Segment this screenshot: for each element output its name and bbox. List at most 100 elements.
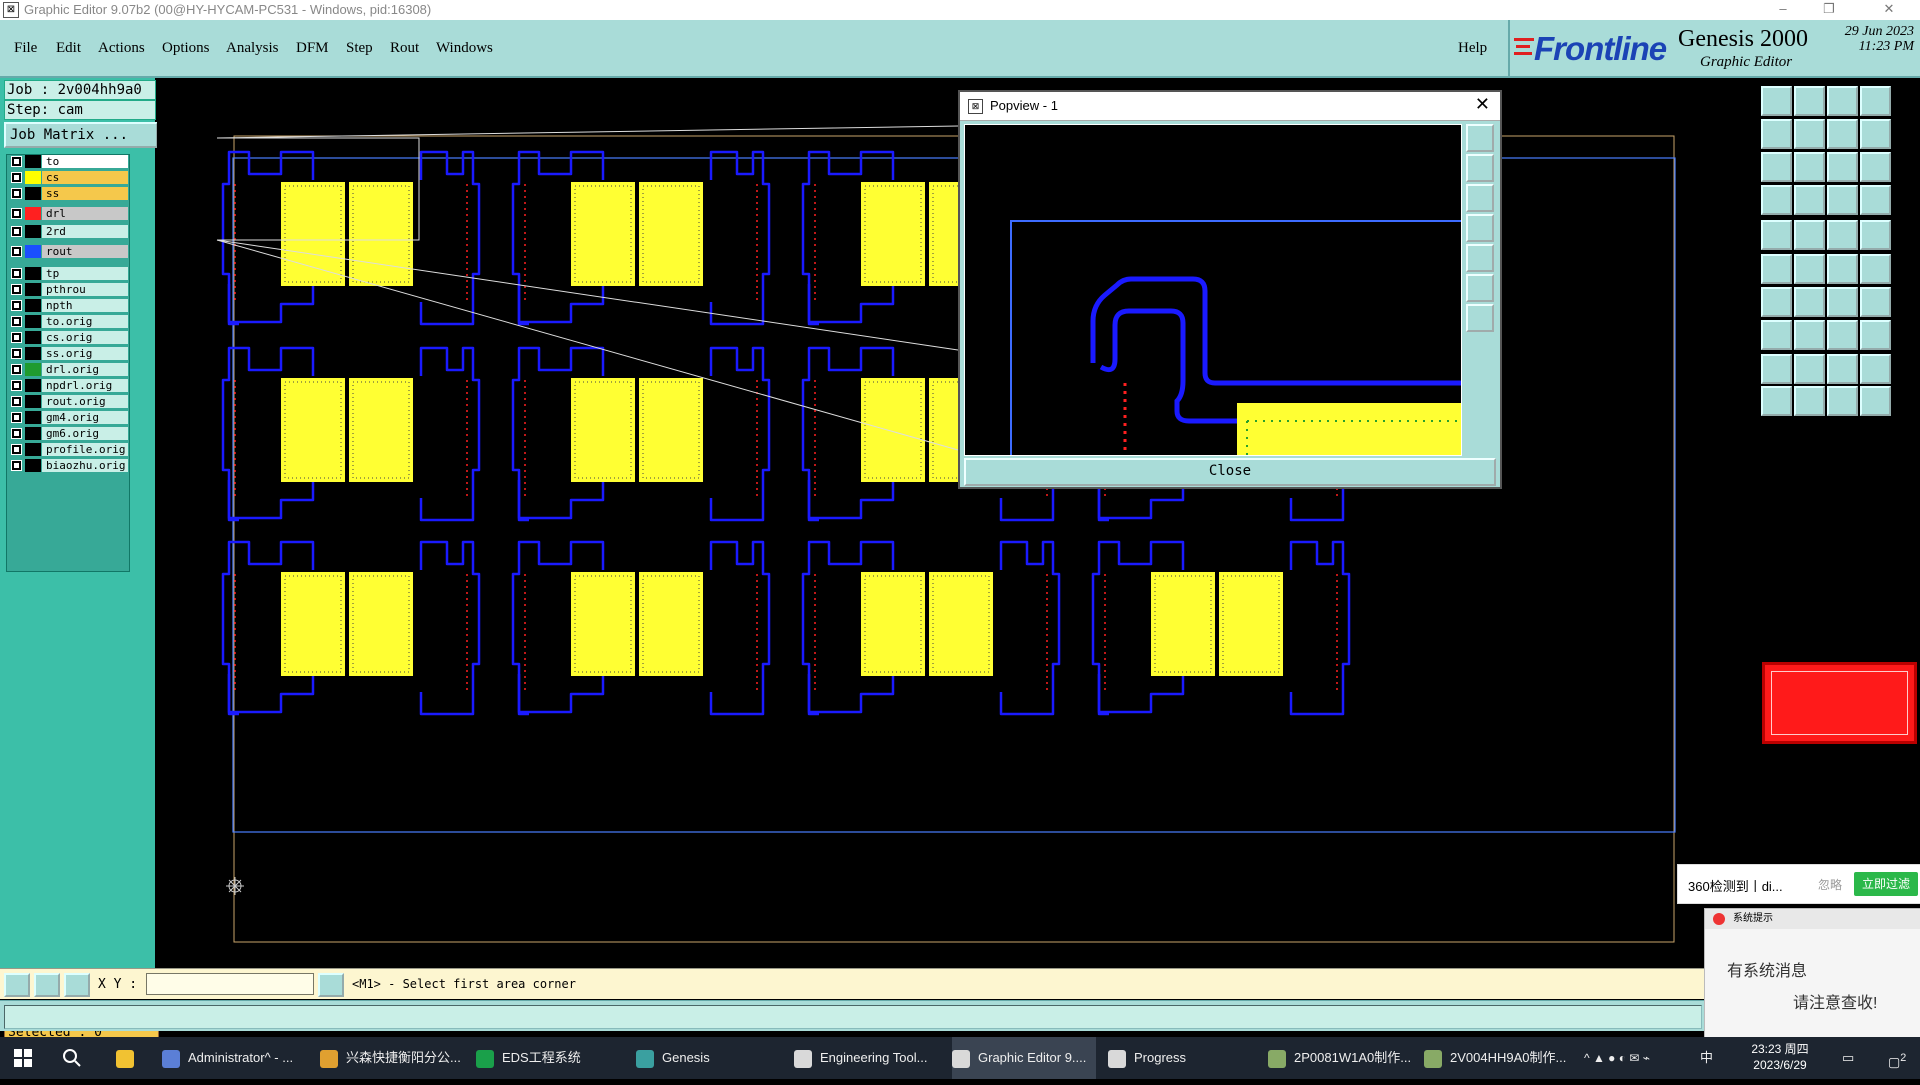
layer-row-drl[interactable]: drl (7, 207, 129, 221)
layer-checkbox[interactable] (11, 284, 22, 295)
taskbar-app-4[interactable]: Genesis (636, 1037, 720, 1079)
layer-color-swatch[interactable] (25, 171, 41, 184)
pan-right-icon[interactable] (1794, 119, 1825, 149)
menu-file[interactable]: File (14, 40, 37, 57)
layer-color-swatch[interactable] (25, 187, 41, 200)
pv-zoom-in-icon[interactable] (1466, 274, 1494, 302)
pv-pan-right-icon[interactable] (1466, 244, 1494, 272)
arc-add-icon[interactable] (1794, 287, 1825, 317)
file-explorer-icon[interactable] (116, 1037, 142, 1079)
popview-titlebar[interactable]: ⊠ Popview - 1 ✕ (960, 92, 1500, 121)
layer-row-cs-orig[interactable]: cs.orig (7, 331, 129, 345)
layer-color-swatch[interactable] (25, 299, 41, 312)
taskbar-app-6[interactable]: Graphic Editor 9.... (952, 1037, 1097, 1079)
xy-input[interactable] (146, 973, 314, 995)
menu-actions[interactable]: Actions (98, 40, 145, 57)
layer-row-npth[interactable]: npth (7, 299, 129, 313)
route-join-icon[interactable] (1860, 185, 1891, 215)
layer-name[interactable]: npth (42, 299, 128, 312)
cut-icon[interactable] (1794, 254, 1825, 284)
menu-analysis[interactable]: Analysis (226, 40, 279, 57)
layer-name[interactable]: rout (42, 245, 128, 258)
notification-center-icon[interactable]: ▢2 (1888, 1037, 1906, 1079)
layer-color-swatch[interactable] (25, 155, 41, 168)
layer-checkbox[interactable] (11, 332, 22, 343)
home-view-icon[interactable] (1827, 86, 1858, 116)
flip-icon[interactable] (1827, 119, 1858, 149)
menu-edit[interactable]: Edit (56, 40, 81, 57)
measure-icon[interactable] (34, 973, 60, 997)
layers-stack-icon[interactable] (1761, 185, 1792, 215)
taskbar-app-2[interactable]: 兴森快捷衡阳分公... (320, 1037, 471, 1079)
layer-name[interactable]: drl.orig (42, 363, 128, 376)
layer-color-swatch[interactable] (25, 427, 41, 440)
taskbar-app-3[interactable]: EDS工程系统 (476, 1037, 591, 1079)
pv-pan-up-icon[interactable] (1466, 154, 1494, 182)
measure-icon[interactable] (1827, 220, 1858, 250)
graphic-canvas[interactable] (157, 78, 1757, 968)
desktop-icon[interactable]: ▭ (1842, 1037, 1854, 1079)
popview-window[interactable]: ⊠ Popview - 1 ✕ Close (958, 90, 1502, 489)
dimension-icon[interactable] (1827, 320, 1858, 350)
layer-name[interactable]: cs.orig (42, 331, 128, 344)
layer-checkbox[interactable] (11, 348, 22, 359)
layer-color-swatch[interactable] (25, 443, 41, 456)
minimize-button[interactable]: – (1760, 0, 1806, 20)
layer-checkbox[interactable] (11, 156, 22, 167)
toast-filter-button[interactable]: 立即过滤 (1854, 872, 1918, 896)
route-split-icon[interactable] (1827, 185, 1858, 215)
layer-row-cs[interactable]: cs (7, 171, 129, 185)
pan-left-icon[interactable] (1761, 119, 1792, 149)
layer-color-swatch[interactable] (25, 315, 41, 328)
layer-color-swatch[interactable] (25, 363, 41, 376)
layer-row-2rd[interactable]: 2rd (7, 225, 129, 239)
triangle-b-icon[interactable] (1794, 354, 1825, 384)
triangle-c-icon[interactable] (1827, 354, 1858, 384)
pad-add-icon[interactable] (1761, 254, 1792, 284)
layer-row-to[interactable]: to (7, 155, 129, 169)
taskbar-app-9[interactable]: 2V004HH9A0制作... (1424, 1037, 1576, 1079)
layer-checkbox[interactable] (11, 460, 22, 471)
layer-checkbox[interactable] (11, 396, 22, 407)
layer-checkbox[interactable] (11, 300, 22, 311)
job-matrix-button[interactable]: Job Matrix ... (4, 122, 158, 148)
layer-checkbox[interactable] (11, 208, 22, 219)
popview-canvas[interactable] (964, 124, 1462, 456)
layer-color-swatch[interactable] (25, 267, 41, 280)
layer-row-profile-orig[interactable]: profile.orig (7, 443, 129, 457)
grid-icon[interactable] (64, 973, 90, 997)
layer-color-swatch[interactable] (25, 411, 41, 424)
layer-row-npdrl-orig[interactable]: npdrl.orig (7, 379, 129, 393)
center-icon[interactable] (1794, 152, 1825, 182)
layer-checkbox[interactable] (11, 428, 22, 439)
zoom-fit-icon[interactable] (1794, 86, 1825, 116)
tray-icons[interactable]: ^ ▲ ● ◐ ✉ ⌁ (1584, 1037, 1650, 1079)
layer-row-drl-orig[interactable]: drl.orig (7, 363, 129, 377)
pointer-info-icon[interactable] (1827, 386, 1858, 416)
edit-red-icon[interactable] (1761, 287, 1792, 317)
line-draw-icon[interactable] (1794, 320, 1825, 350)
layer-color-swatch[interactable] (25, 347, 41, 360)
layer-color-swatch[interactable] (25, 245, 41, 258)
layer-row-pthrou[interactable]: pthrou (7, 283, 129, 297)
layer-name[interactable]: gm6.orig (42, 427, 128, 440)
layer-name[interactable]: pthrou (42, 283, 128, 296)
layer-name[interactable]: rout.orig (42, 395, 128, 408)
layer-color-swatch[interactable] (25, 225, 41, 238)
layer-checkbox[interactable] (11, 316, 22, 327)
layer-checkbox[interactable] (11, 268, 22, 279)
taskbar-app-8[interactable]: 2P0081W1A0制作... (1268, 1037, 1421, 1079)
layer-checkbox[interactable] (11, 412, 22, 423)
split-view-icon[interactable] (1860, 86, 1891, 116)
layer-checkbox[interactable] (11, 172, 22, 183)
layer-name[interactable]: gm4.orig (42, 411, 128, 424)
pointer-select-icon[interactable] (1794, 386, 1825, 416)
copy-box-icon[interactable] (1860, 320, 1891, 350)
menu-windows[interactable]: Windows (436, 40, 493, 57)
security-toast[interactable]: 360检测到丨di... 忽略 立即过滤 (1677, 864, 1920, 904)
grid-icon[interactable] (1794, 185, 1825, 215)
layer-row-biaozhu-orig[interactable]: biaozhu.orig (7, 459, 129, 473)
pv-zoom-out-icon[interactable] (1466, 304, 1494, 332)
menu-options[interactable]: Options (162, 40, 210, 57)
layer-color-swatch[interactable] (25, 395, 41, 408)
